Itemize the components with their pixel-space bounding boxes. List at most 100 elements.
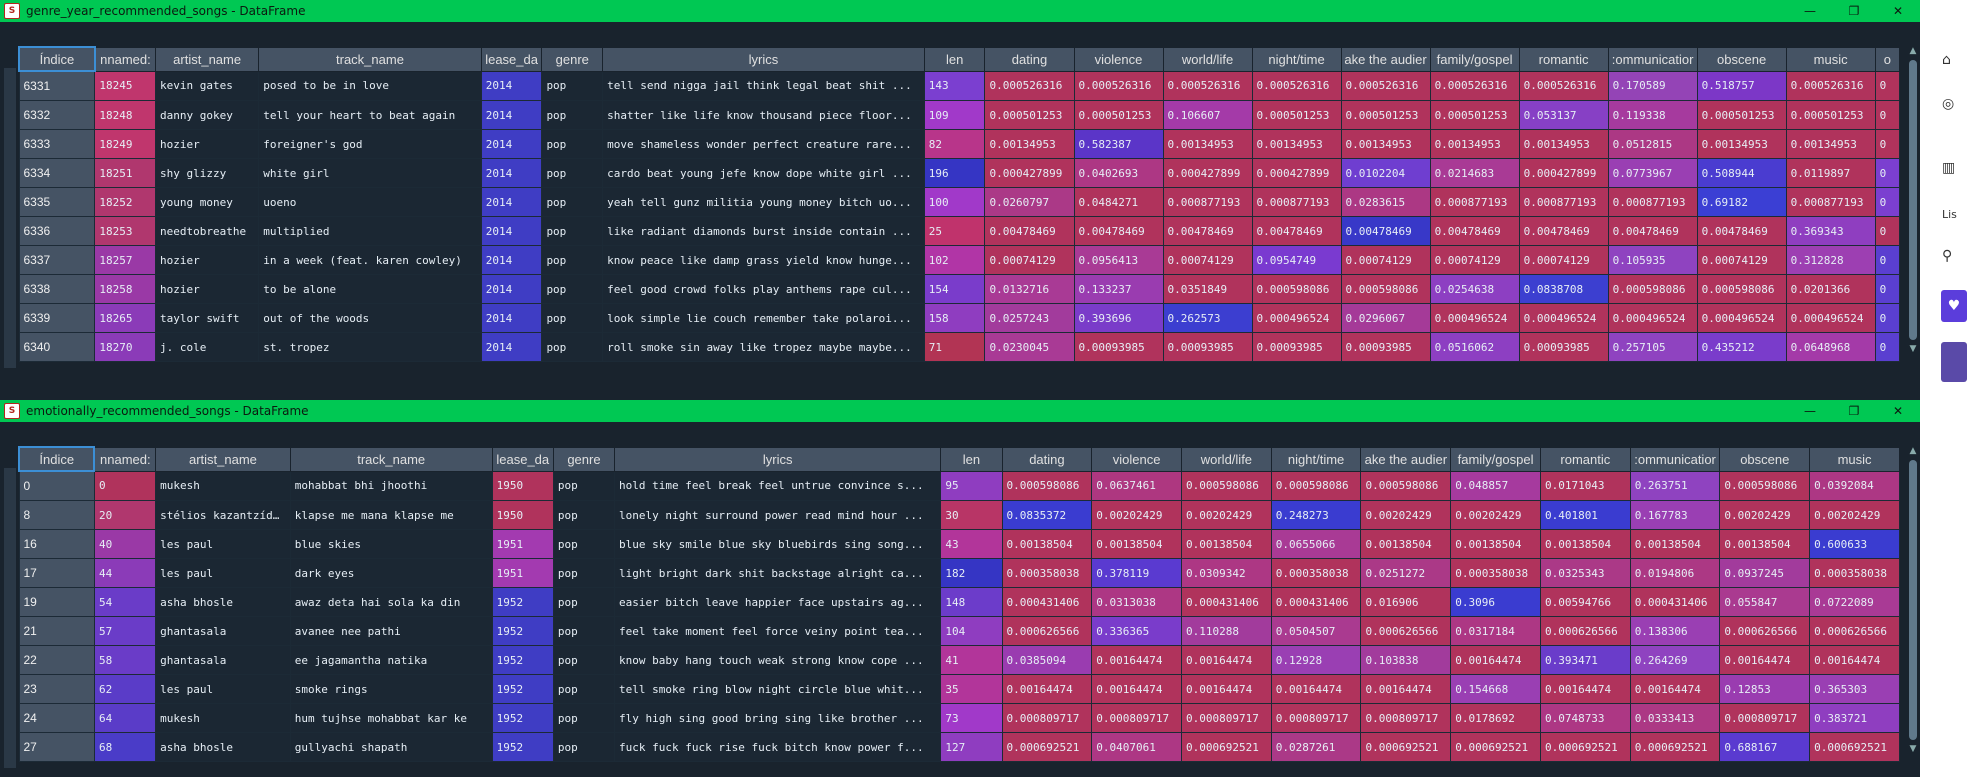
table-cell[interactable]: 0.000692521 xyxy=(1001,732,1093,762)
table-cell[interactable]: 0.0838708 xyxy=(1518,274,1609,304)
row-selector-strip[interactable] xyxy=(4,68,16,368)
table-cell[interactable]: ghantasala xyxy=(155,645,291,675)
table-cell[interactable]: 0.000496524 xyxy=(1251,303,1342,333)
table-cell[interactable]: pop xyxy=(552,500,616,530)
table-cell[interactable]: pop xyxy=(552,703,616,733)
table-cell[interactable]: 0 xyxy=(1874,332,1901,362)
search-icon[interactable]: ⚲ xyxy=(1942,248,1952,264)
table-cell[interactable]: 0.00074129 xyxy=(1162,245,1253,275)
table-cell[interactable]: 1951 xyxy=(491,558,554,588)
table-cell[interactable]: 0.000431406 xyxy=(1270,587,1362,617)
table-cell[interactable]: 0.00134953 xyxy=(1340,129,1431,159)
table-cell[interactable]: 0.0325343 xyxy=(1539,558,1631,588)
table-cell[interactable]: 0.00478469 xyxy=(1696,216,1787,246)
table-cell[interactable]: light bright dark shit backstage alright… xyxy=(614,558,942,588)
table-cell[interactable]: 0.138306 xyxy=(1629,616,1721,646)
table-cell[interactable]: 0.00164474 xyxy=(1719,645,1811,675)
table-cell[interactable]: 0.00093985 xyxy=(1251,332,1342,362)
playlist-cover[interactable] xyxy=(1941,342,1967,382)
library-icon[interactable]: ▥ xyxy=(1942,160,1955,176)
table-cell[interactable]: 0.000692521 xyxy=(1181,732,1272,762)
table-cell[interactable]: 0.0484271 xyxy=(1073,187,1164,217)
table-cell[interactable]: 44 xyxy=(93,558,157,588)
table-cell[interactable]: pop xyxy=(541,245,604,275)
table-cell[interactable]: 0.000358038 xyxy=(1450,558,1541,588)
table-cell[interactable]: 0.00093985 xyxy=(1518,332,1609,362)
table-cell[interactable]: 0.0296067 xyxy=(1340,303,1431,333)
table-cell[interactable]: white girl xyxy=(258,158,482,188)
table-cell[interactable]: 0.00164474 xyxy=(1270,674,1362,704)
table-cell[interactable]: 1952 xyxy=(491,616,554,646)
table-cell[interactable]: st. tropez xyxy=(258,332,482,362)
scroll-thumb[interactable] xyxy=(1909,60,1917,340)
table-cell[interactable]: pop xyxy=(541,332,604,362)
table-cell[interactable]: blue skies xyxy=(289,529,493,559)
table-cell[interactable]: 0.00202429 xyxy=(1181,500,1272,530)
table-cell[interactable]: 0.000501253 xyxy=(984,100,1075,130)
table-cell[interactable]: 0.0201366 xyxy=(1785,274,1876,304)
table-cell[interactable]: 0.00164474 xyxy=(1091,674,1183,704)
table-cell[interactable]: 0.000692521 xyxy=(1629,732,1721,762)
table-cell[interactable]: 0.106607 xyxy=(1162,100,1253,130)
table-cell[interactable]: easier bitch leave happier face upstairs… xyxy=(614,587,942,617)
table-cell[interactable]: look simple lie couch remember take pola… xyxy=(602,303,925,333)
table-cell[interactable]: to be alone xyxy=(258,274,482,304)
table-cell[interactable]: 0.0655066 xyxy=(1270,529,1362,559)
table-cell[interactable]: 0.00093985 xyxy=(1340,332,1431,362)
table-cell[interactable]: 0.00202429 xyxy=(1091,500,1183,530)
table-cell[interactable]: 0.00164474 xyxy=(1181,645,1272,675)
table-cell[interactable]: hozier xyxy=(155,245,260,275)
table-cell[interactable]: 0.000496524 xyxy=(1607,303,1698,333)
table-cell[interactable]: 0.00164474 xyxy=(1450,645,1541,675)
row-index-cell[interactable]: 27 xyxy=(18,732,95,762)
table-cell[interactable]: 0.00138504 xyxy=(1450,529,1541,559)
table-cell[interactable]: pop xyxy=(552,616,616,646)
row-index-cell[interactable]: 6333 xyxy=(18,129,96,159)
table-cell[interactable]: pop xyxy=(552,558,616,588)
column-header[interactable]: obscene xyxy=(1696,46,1787,72)
table-cell[interactable]: 0.393696 xyxy=(1073,303,1164,333)
table-cell[interactable]: 0.000427899 xyxy=(1251,158,1342,188)
table-cell[interactable]: 0 xyxy=(93,470,157,501)
table-row[interactable]: 23 62 les paul smoke rings 1952 pop tell smoke… xyxy=(18,674,1900,704)
column-header[interactable]: violence xyxy=(1091,446,1183,472)
table-cell[interactable]: 62 xyxy=(93,674,157,704)
table-cell[interactable]: 148 xyxy=(940,587,1003,617)
table-cell[interactable]: 0.000501253 xyxy=(1785,100,1876,130)
table-cell[interactable]: 2014 xyxy=(480,245,543,275)
table-cell[interactable]: move shameless wonder perfect creature r… xyxy=(602,129,925,159)
table-cell[interactable]: 2014 xyxy=(480,216,543,246)
row-index-cell[interactable]: 19 xyxy=(18,587,95,617)
table-cell[interactable]: 0.119338 xyxy=(1607,100,1698,130)
scroll-down-icon[interactable]: ▼ xyxy=(1906,742,1920,756)
table-cell[interactable]: 109 xyxy=(923,100,986,130)
table-cell[interactable]: 0.00202429 xyxy=(1809,500,1900,530)
table-row[interactable]: 17 44 les paul dark eyes 1951 pop light bright… xyxy=(18,558,1900,588)
table-cell[interactable]: 0.0313038 xyxy=(1091,587,1183,617)
table-cell[interactable]: 1952 xyxy=(491,645,554,675)
table-cell[interactable]: 18252 xyxy=(94,187,157,217)
table-cell[interactable]: 0.000626566 xyxy=(1809,616,1900,646)
table-cell[interactable]: kevin gates xyxy=(155,70,260,101)
table-cell[interactable]: 0.69182 xyxy=(1696,187,1787,217)
column-header[interactable]: genre xyxy=(541,46,604,72)
table-cell[interactable]: smoke rings xyxy=(289,674,493,704)
table-cell[interactable]: 0.000598086 xyxy=(1360,470,1452,501)
row-index-cell[interactable]: 24 xyxy=(18,703,95,733)
column-header[interactable]: music xyxy=(1809,446,1900,472)
table-cell[interactable]: 0.00138504 xyxy=(1360,529,1452,559)
table-cell[interactable]: 0.00478469 xyxy=(1429,216,1520,246)
column-header[interactable]: nnamed: xyxy=(93,446,157,472)
table-cell[interactable]: 0.00202429 xyxy=(1719,500,1811,530)
column-header[interactable]: obscene xyxy=(1719,446,1811,472)
table-cell[interactable]: 0.383721 xyxy=(1809,703,1900,733)
table-cell[interactable]: pop xyxy=(541,187,604,217)
table-cell[interactable]: 0.365303 xyxy=(1809,674,1900,704)
table-cell[interactable]: 104 xyxy=(940,616,1003,646)
column-header[interactable]: track_name xyxy=(289,446,493,472)
column-header[interactable]: violence xyxy=(1073,46,1164,72)
table-cell[interactable]: 0.000598086 xyxy=(1181,470,1272,501)
table-row[interactable]: 6340 18270 j. cole st. tropez 2014 pop roll sm… xyxy=(18,332,1901,362)
table-cell[interactable]: 64 xyxy=(93,703,157,733)
table-row[interactable]: 6339 18265 taylor swift out of the woods 201… xyxy=(18,303,1901,333)
